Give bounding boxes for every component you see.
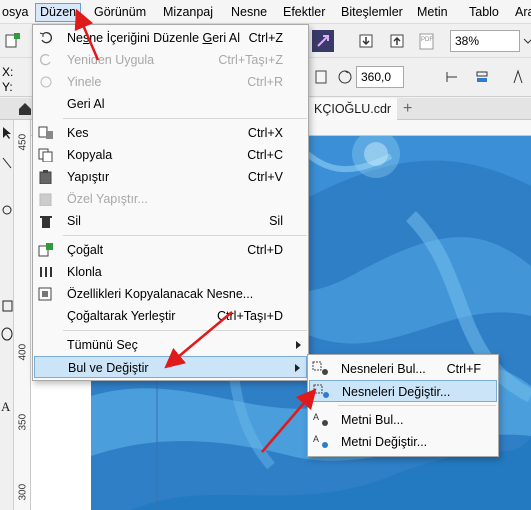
find-text-menu-item[interactable]: A Metni Bul... [309, 409, 497, 431]
clone-menu-item[interactable]: Klonla [34, 261, 307, 283]
pdf-icon[interactable]: PDF [416, 30, 438, 52]
undo-menu-item[interactable]: Nesne İçeriğini Düzenle Geri Al Ctrl+Z [34, 27, 307, 49]
find-objects-icon [312, 360, 332, 378]
paste-icon [37, 169, 55, 185]
pen-tool-icon[interactable] [507, 66, 529, 88]
cut-menu-item[interactable]: Kes Ctrl+X [34, 122, 307, 144]
menu-effects[interactable]: Efektler [279, 3, 329, 22]
menu-layout[interactable]: Mizanpaj [159, 3, 217, 22]
y-label: Y: [2, 80, 13, 94]
export-icon[interactable] [312, 30, 334, 52]
menu-tools[interactable]: Ara [511, 3, 531, 22]
paste-menu-item[interactable]: Yapıştır Ctrl+V [34, 166, 307, 188]
menu-separator [63, 330, 307, 331]
mirror-horizontal-icon[interactable] [441, 66, 463, 88]
repeat-icon [37, 74, 55, 90]
svg-text:A: A [1, 399, 11, 413]
edit-menu-dropdown: Nesne İçeriğini Düzenle Geri Al Ctrl+Z Y… [32, 24, 309, 381]
undo-shortcut: Ctrl+Z [248, 31, 283, 45]
menu-view[interactable]: Görünüm [90, 3, 150, 22]
rotation-angle-field[interactable]: 360,0 [356, 66, 404, 88]
ruler-label-400: 400 [17, 343, 29, 361]
copy-properties-menu-item[interactable]: Özellikleri Kopyalanacak Nesne... [34, 283, 307, 305]
ruler-label-350: 350 [17, 413, 29, 431]
copy-properties-icon [37, 286, 55, 302]
replace-objects-menu-item[interactable]: Nesneleri Değiştir... [309, 380, 497, 402]
rotate-icon[interactable] [334, 66, 356, 88]
find-replace-submenu: Nesneleri Bul... Ctrl+F Nesneleri Değişt… [307, 354, 499, 457]
repeat-menu-item[interactable]: Yinele Ctrl+R [34, 71, 307, 93]
menu-table[interactable]: Tablo [465, 3, 503, 22]
copy-menu-item[interactable]: Kopyala Ctrl+C [34, 144, 307, 166]
x-label: X: [2, 65, 14, 79]
export-file-icon[interactable] [386, 30, 408, 52]
find-objects-menu-item[interactable]: Nesneleri Bul... Ctrl+F [309, 358, 497, 380]
paste-special-menu-item[interactable]: Özel Yapıştır... [34, 188, 307, 210]
svg-text:PDF: PDF [421, 37, 433, 43]
redo-icon [37, 52, 55, 68]
svg-text:A: A [313, 434, 319, 444]
menu-file[interactable]: osya [0, 3, 32, 22]
paste-special-icon [37, 191, 55, 207]
find-replace-menu-item[interactable]: Bul ve Değiştir [34, 356, 307, 378]
step-and-repeat-menu-item[interactable]: Çoğaltarak Yerleştir Ctrl+Taşı+D [34, 305, 307, 327]
submenu-arrow-icon [296, 341, 301, 349]
menu-bitmaps[interactable]: Biteşlemler [337, 3, 407, 22]
find-text-icon: A [312, 411, 332, 429]
copy-icon [37, 147, 55, 163]
menu-text[interactable]: Metin [413, 3, 452, 22]
document-tab[interactable]: KÇIOĞLU.cdr [308, 98, 398, 120]
duplicate-menu-item[interactable]: Çoğalt Ctrl+D [34, 239, 307, 261]
toolbox: A [0, 120, 14, 510]
add-tab-button[interactable]: + [397, 98, 418, 120]
menu-bar: osya Düzen Görünüm Mizanpaj Nesne Efektl… [0, 0, 531, 24]
vertical-ruler: 450 400 350 300 [14, 120, 31, 510]
undo-icon [37, 30, 55, 46]
menu-edit[interactable]: Düzen [35, 3, 82, 22]
menu-separator [63, 118, 307, 119]
new-document-icon[interactable] [1, 30, 23, 52]
cut-icon [37, 125, 55, 141]
import-icon[interactable] [355, 30, 377, 52]
select-all-menu-item[interactable]: Tümünü Seç [34, 334, 307, 356]
mirror-vertical-icon[interactable] [471, 66, 493, 88]
delete-menu-item[interactable]: Sil Sil [34, 210, 307, 232]
duplicate-icon [37, 242, 55, 258]
zoom-level-field[interactable]: 38% [450, 30, 520, 52]
replace-text-icon: A [312, 433, 332, 451]
replace-objects-icon [313, 383, 333, 401]
trash-icon [37, 213, 55, 229]
svg-text:A: A [313, 412, 319, 422]
revert-menu-item[interactable]: Geri Al [34, 93, 307, 115]
redo-menu-item[interactable]: Yeniden Uygula Ctrl+Taşı+Z [34, 49, 307, 71]
menu-separator [338, 405, 496, 406]
submenu-arrow-icon [295, 364, 300, 372]
ruler-label-450: 450 [17, 133, 29, 151]
lock-ratio-icon[interactable] [310, 66, 332, 88]
ruler-label-300: 300 [17, 483, 29, 501]
menu-separator [63, 235, 307, 236]
clone-icon [37, 264, 55, 280]
zoom-dropdown-icon[interactable] [517, 30, 531, 52]
menu-object[interactable]: Nesne [227, 3, 271, 22]
replace-text-menu-item[interactable]: A Metni Değiştir... [309, 431, 497, 453]
